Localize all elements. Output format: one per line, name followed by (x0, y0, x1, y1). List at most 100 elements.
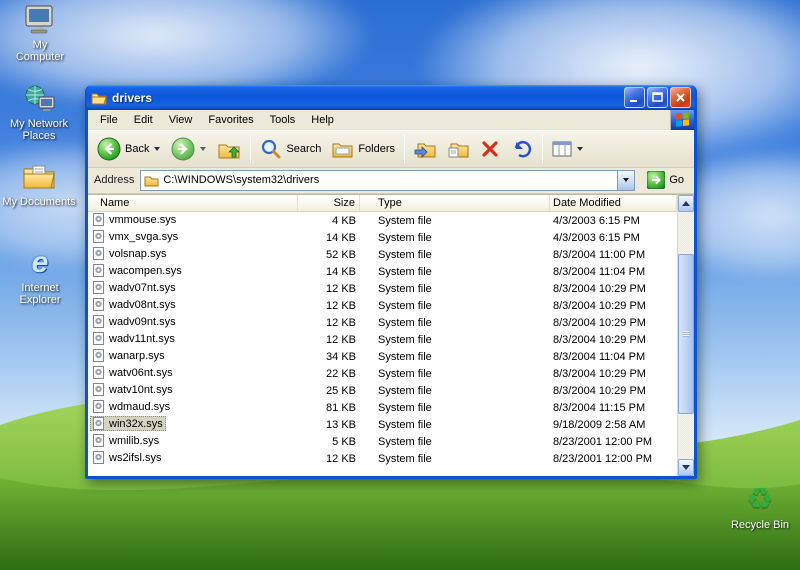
file-row[interactable]: wadv09nt.sys 12 KB System file 8/3/2004 … (88, 314, 677, 331)
file-name: wadv07nt.sys (109, 281, 176, 294)
back-icon (97, 137, 121, 161)
delete-button[interactable] (475, 136, 505, 162)
titlebar[interactable]: drivers (87, 85, 695, 110)
scrollbar-track[interactable] (678, 212, 694, 459)
desktop-icon-recycle-bin[interactable]: ♻ Recycle Bin (728, 483, 792, 532)
file-row[interactable]: wdmaud.sys 81 KB System file 8/3/2004 11… (88, 399, 677, 416)
file-type: System file (378, 316, 432, 329)
file-size: 12 KB (326, 299, 356, 312)
toolbar-separator (542, 135, 544, 163)
menu-tools[interactable]: Tools (262, 112, 304, 128)
file-row[interactable]: vmx_svga.sys 14 KB System file 4/3/2003 … (88, 229, 677, 246)
search-button[interactable]: Search (255, 135, 326, 163)
desktop-icon-label: Internet Explorer (19, 282, 61, 306)
menu-help[interactable]: Help (303, 112, 342, 128)
scroll-down-button[interactable] (678, 459, 694, 476)
file-row[interactable]: watv06nt.sys 22 KB System file 8/3/2004 … (88, 365, 677, 382)
file-row[interactable]: ws2ifsl.sys 12 KB System file 8/23/2001 … (88, 450, 677, 467)
file-name: wadv08nt.sys (109, 298, 176, 311)
menu-bar: File Edit View Favorites Tools Help (88, 109, 694, 130)
file-row[interactable]: wanarp.sys 34 KB System file 8/3/2004 11… (88, 348, 677, 365)
folders-label: Folders (358, 143, 396, 155)
vertical-scrollbar[interactable] (677, 195, 694, 476)
file-size: 4 KB (332, 214, 356, 227)
forward-dropdown-icon (200, 147, 207, 151)
file-date: 8/3/2004 10:29 PM (553, 316, 646, 329)
file-row[interactable]: wadv07nt.sys 12 KB System file 8/3/2004 … (88, 280, 677, 297)
file-date: 9/18/2009 2:58 AM (553, 418, 646, 431)
file-size: 81 KB (326, 401, 356, 414)
views-button[interactable] (547, 137, 588, 161)
file-size: 14 KB (326, 231, 356, 244)
copy-to-icon (448, 143, 469, 158)
back-dropdown-icon (154, 147, 161, 151)
file-name: wanarp.sys (109, 349, 165, 362)
minimize-button[interactable] (624, 87, 645, 108)
scrollbar-thumb[interactable] (678, 254, 694, 414)
column-header-size[interactable]: Size (298, 195, 360, 211)
menu-file[interactable]: File (92, 112, 126, 128)
move-to-button[interactable] (409, 136, 441, 162)
file-row[interactable]: wadv11nt.sys 12 KB System file 8/3/2004 … (88, 331, 677, 348)
system-file-icon (93, 264, 104, 277)
file-name: wadv11nt.sys (109, 332, 175, 345)
file-row[interactable]: wacompen.sys 14 KB System file 8/3/2004 … (88, 263, 677, 280)
address-value: C:\WINDOWS\system32\drivers (163, 174, 320, 186)
file-size: 12 KB (326, 333, 356, 346)
file-rows: vmmouse.sys 4 KB System file 4/3/2003 6:… (88, 212, 677, 476)
file-row[interactable]: watv10nt.sys 25 KB System file 8/3/2004 … (88, 382, 677, 399)
desktop-icon-my-network-places[interactable]: My Network Places (5, 82, 73, 142)
address-input[interactable]: C:\WINDOWS\system32\drivers (140, 169, 636, 191)
file-date: 8/3/2004 10:29 PM (553, 299, 646, 312)
file-size: 52 KB (326, 248, 356, 261)
delete-icon (482, 141, 498, 157)
file-date: 8/3/2004 10:29 PM (553, 367, 646, 380)
file-type: System file (378, 282, 432, 295)
file-type: System file (378, 231, 432, 244)
file-type: System file (378, 384, 432, 397)
desktop-icon-my-documents[interactable]: My Documents (2, 160, 76, 208)
desktop-icon-label: My Documents (2, 196, 76, 208)
system-file-icon (93, 213, 104, 226)
desktop-icon-label: Recycle Bin (730, 519, 790, 531)
file-list: Name Size Type Date Modified vmmouse.sys… (88, 194, 694, 476)
system-file-icon (93, 383, 104, 396)
menu-favorites[interactable]: Favorites (200, 112, 261, 128)
back-button[interactable]: Back (92, 134, 165, 164)
folders-button[interactable]: Folders (327, 136, 400, 162)
file-date: 4/3/2003 6:15 PM (553, 214, 640, 227)
copy-to-button[interactable] (442, 136, 474, 162)
undo-button[interactable] (506, 136, 538, 162)
file-row[interactable]: volsnap.sys 52 KB System file 8/3/2004 1… (88, 246, 677, 263)
file-type: System file (378, 418, 432, 431)
window-title: drivers (112, 90, 153, 105)
close-button[interactable] (670, 87, 691, 108)
undo-icon (514, 140, 532, 158)
desktop-icon-my-computer[interactable]: My Computer (8, 3, 72, 63)
scroll-up-button[interactable] (678, 195, 694, 212)
desktop-icon-label: My Network Places (9, 118, 69, 142)
maximize-button[interactable] (647, 87, 668, 108)
column-headers: Name Size Type Date Modified (88, 195, 677, 212)
file-row[interactable]: wmilib.sys 5 KB System file 8/23/2001 12… (88, 433, 677, 450)
my-network-places-icon (5, 82, 73, 116)
address-dropdown-button[interactable] (617, 170, 635, 190)
system-file-icon (93, 281, 104, 294)
up-button[interactable] (212, 135, 246, 163)
go-button[interactable]: Go (641, 170, 690, 190)
forward-button[interactable] (166, 134, 211, 164)
move-to-icon (414, 143, 436, 158)
column-header-date-modified[interactable]: Date Modified (550, 195, 677, 211)
file-type: System file (378, 248, 432, 261)
file-row[interactable]: vmmouse.sys 4 KB System file 4/3/2003 6:… (88, 212, 677, 229)
file-row[interactable]: wadv08nt.sys 12 KB System file 8/3/2004 … (88, 297, 677, 314)
menu-edit[interactable]: Edit (126, 112, 161, 128)
desktop-icon-internet-explorer[interactable]: e Internet Explorer (8, 246, 72, 307)
recycle-bin-icon: ♻ (746, 483, 774, 516)
menu-view[interactable]: View (161, 112, 201, 128)
desktop-icon-label: My Computer (15, 39, 65, 63)
column-header-name[interactable]: Name (88, 195, 298, 211)
file-row[interactable]: win32x.sys 13 KB System file 9/18/2009 2… (88, 416, 677, 433)
file-type: System file (378, 299, 432, 312)
column-header-type[interactable]: Type (360, 195, 550, 211)
